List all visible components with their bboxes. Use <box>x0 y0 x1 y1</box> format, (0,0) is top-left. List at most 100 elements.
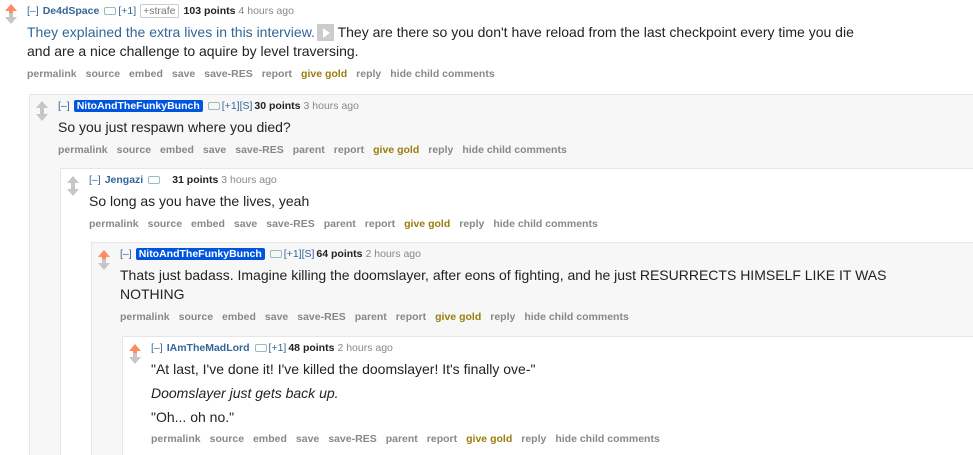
source-button[interactable]: source <box>86 68 120 80</box>
author-link[interactable]: NitoAndTheFunkyBunch <box>135 248 265 260</box>
score: 30 points <box>254 100 301 112</box>
save-button[interactable]: save <box>296 433 319 445</box>
report-button[interactable]: report <box>396 311 426 323</box>
give-gold-button[interactable]: give gold <box>301 68 347 80</box>
vote-weight[interactable]: [+1] <box>269 342 287 354</box>
upvote-arrow-icon[interactable] <box>67 176 79 187</box>
parent-button[interactable]: parent <box>293 144 325 156</box>
parent-button[interactable]: parent <box>386 433 418 445</box>
hide-child-comments-button[interactable]: hide child comments <box>524 311 628 323</box>
save-button[interactable]: save <box>172 68 195 80</box>
upvote-arrow-icon[interactable] <box>36 101 48 112</box>
comment-paragraph: "At last, I've done it! I've killed the … <box>151 361 536 377</box>
vote-weight[interactable]: [+1][S] <box>222 100 253 112</box>
save-res-button[interactable]: save-RES <box>297 311 345 323</box>
user-tag-icon[interactable] <box>207 102 220 111</box>
strafe-tag[interactable]: +strafe <box>140 4 179 18</box>
permalink-button[interactable]: permalink <box>58 144 108 156</box>
collapse-toggle[interactable]: [–] <box>151 342 163 354</box>
timestamp: 2 hours ago <box>337 342 393 354</box>
vote-weight[interactable]: [+1][S] <box>284 248 315 260</box>
give-gold-button[interactable]: give gold <box>404 218 450 230</box>
timestamp: 3 hours ago <box>303 100 359 112</box>
vote-arrows <box>35 101 49 121</box>
parent-button[interactable]: parent <box>324 218 356 230</box>
hide-child-comments-button[interactable]: hide child comments <box>555 433 659 445</box>
report-button[interactable]: report <box>427 433 457 445</box>
score: 48 points <box>288 342 335 354</box>
permalink-button[interactable]: permalink <box>151 433 201 445</box>
collapse-toggle[interactable]: [–] <box>27 5 39 17</box>
downvote-arrow-icon[interactable] <box>5 13 17 24</box>
downvote-arrow-icon[interactable] <box>36 110 48 121</box>
comment-tagline: [–] De4dSpace [+1] +strafe 103 points 4 hours… <box>27 4 967 18</box>
user-tag-icon[interactable] <box>254 344 267 353</box>
give-gold-button[interactable]: give gold <box>435 311 481 323</box>
report-button[interactable]: report <box>365 218 395 230</box>
timestamp: 3 hours ago <box>221 174 277 186</box>
author-link[interactable]: IAmTheMadLord <box>167 342 250 354</box>
upvote-arrow-icon[interactable] <box>129 344 141 355</box>
save-res-button[interactable]: save-RES <box>328 433 376 445</box>
upvote-arrow-icon[interactable] <box>5 4 17 15</box>
collapse-toggle[interactable]: [–] <box>120 248 132 260</box>
give-gold-button[interactable]: give gold <box>466 433 512 445</box>
hide-child-comments-button[interactable]: hide child comments <box>390 68 494 80</box>
timestamp: 2 hours ago <box>365 248 421 260</box>
permalink-button[interactable]: permalink <box>120 311 170 323</box>
comment-buttons: permalink source embed save save-RES report gi… <box>27 67 967 81</box>
upvote-arrow-icon[interactable] <box>98 250 110 261</box>
permalink-button[interactable]: permalink <box>27 68 77 80</box>
save-res-button[interactable]: save-RES <box>235 144 283 156</box>
report-button[interactable]: report <box>262 68 292 80</box>
embed-button[interactable]: embed <box>160 144 194 156</box>
source-button[interactable]: source <box>148 218 182 230</box>
comment-paragraph: "Oh... oh no." <box>151 409 235 425</box>
downvote-arrow-icon[interactable] <box>67 185 79 196</box>
permalink-button[interactable]: permalink <box>89 218 139 230</box>
report-button[interactable]: report <box>334 144 364 156</box>
user-tag-icon[interactable] <box>104 7 117 16</box>
embed-button[interactable]: embed <box>253 433 287 445</box>
score: 64 points <box>316 248 363 260</box>
source-button[interactable]: source <box>117 144 151 156</box>
hide-child-comments-button[interactable]: hide child comments <box>462 144 566 156</box>
hide-child-comments-button[interactable]: hide child comments <box>493 218 597 230</box>
timestamp: 4 hours ago <box>238 5 294 17</box>
give-gold-button[interactable]: give gold <box>373 144 419 156</box>
reply-button[interactable]: reply <box>459 218 484 230</box>
save-res-button[interactable]: save-RES <box>266 218 314 230</box>
author-link[interactable]: De4dSpace <box>43 5 100 17</box>
interview-link[interactable]: They explained the extra lives in this i… <box>27 24 315 40</box>
save-button[interactable]: save <box>234 218 257 230</box>
source-button[interactable]: source <box>210 433 244 445</box>
embed-button[interactable]: embed <box>191 218 225 230</box>
reply-button[interactable]: reply <box>490 311 515 323</box>
author-link[interactable]: Jengazi <box>105 174 144 186</box>
comment-body: So you just respawn where you died? <box>58 119 291 135</box>
collapse-toggle[interactable]: [–] <box>58 100 70 112</box>
downvote-arrow-icon[interactable] <box>129 353 141 364</box>
comment-italic-text: Doomslayer just gets back up. <box>151 385 339 401</box>
user-tag-icon[interactable] <box>269 250 282 259</box>
comment-buttons: permalink source embed save save-RES parent re… <box>89 217 959 231</box>
save-button[interactable]: save <box>203 144 226 156</box>
comment-body: They explained the extra lives in this i… <box>27 23 867 61</box>
comment-2: [–] NitoAndTheFunkyBunch [+1][S] 30 points 3… <box>58 99 958 157</box>
downvote-arrow-icon[interactable] <box>98 259 110 270</box>
embed-button[interactable]: embed <box>129 68 163 80</box>
collapse-toggle[interactable]: [–] <box>89 174 101 186</box>
source-button[interactable]: source <box>179 311 213 323</box>
save-res-button[interactable]: save-RES <box>204 68 252 80</box>
reply-button[interactable]: reply <box>356 68 381 80</box>
embed-button[interactable]: embed <box>222 311 256 323</box>
vote-weight[interactable]: [+1] <box>118 5 136 17</box>
vote-arrows <box>128 344 142 364</box>
reply-button[interactable]: reply <box>521 433 546 445</box>
parent-button[interactable]: parent <box>355 311 387 323</box>
play-video-icon[interactable] <box>316 24 334 41</box>
reply-button[interactable]: reply <box>428 144 453 156</box>
author-link[interactable]: NitoAndTheFunkyBunch <box>73 100 203 112</box>
user-tag-icon[interactable] <box>148 176 161 185</box>
save-button[interactable]: save <box>265 311 288 323</box>
